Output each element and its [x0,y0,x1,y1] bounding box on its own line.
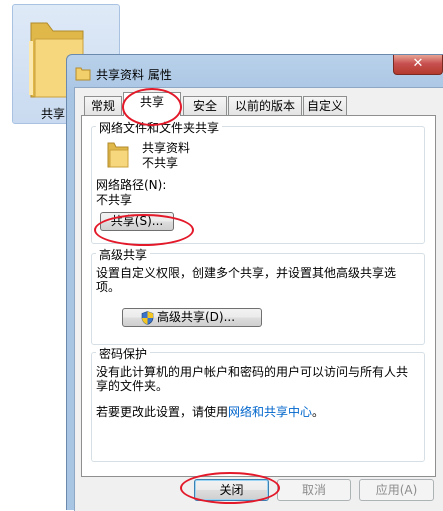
password-protection-group: 密码保护 没有此计算机的用户帐户和密码的用户可以访问与所有人共享的文件夹。 若要… [91,345,425,462]
advanced-sharing-group: 高级共享 设置自定义权限，创建多个共享，并设置其他高级共享选项。 高级共享(D)… [91,246,425,345]
tab-security[interactable]: 安全 [183,96,227,115]
shared-folder-icon [107,142,129,168]
network-path-value: 不共享 [96,193,133,207]
dialog-title: 共享资料 属性 [96,68,172,82]
network-sharing-group: 网络文件和文件夹共享 共享资料 不共享 网络路径(N): 不共享 共享(S)..… [91,119,425,244]
tab-general[interactable]: 常规 [84,96,122,115]
change-setting-suffix: 。 [312,405,325,419]
password-description: 没有此计算机的用户帐户和密码的用户可以访问与所有人共享的文件夹。 [96,365,409,393]
advanced-sharing-button[interactable]: 高级共享(D)... [122,308,262,327]
network-sharing-center-link[interactable]: 网络和共享中心 [228,405,312,419]
tab-label: 共享 [139,95,164,109]
apply-button-label: 应用(A) [375,483,418,497]
dialog-client: 常规 共享 安全 以前的版本 自定义 网络文件和文件夹共享 共享资料 不共享 网… [74,87,443,511]
sharing-tab-panel: 网络文件和文件夹共享 共享资料 不共享 网络路径(N): 不共享 共享(S)..… [81,115,436,477]
change-setting-prefix: 若要更改此设置，请使用 [96,405,229,419]
apply-button[interactable]: 应用(A) [359,479,434,501]
close-window-button[interactable]: ✕ [393,55,443,75]
share-status: 不共享 [142,156,179,170]
tab-label: 安全 [192,99,217,113]
close-icon: ✕ [412,56,424,71]
tab-customize[interactable]: 自定义 [303,96,347,115]
properties-dialog: 共享资料 属性 ✕ 常规 共享 安全 以前的版本 自定义 网络文件和文件夹共享 [66,54,443,511]
group-title: 密码保护 [96,345,151,362]
title-bar[interactable]: 共享资料 属性 ✕ [67,55,443,87]
tab-previous-versions[interactable]: 以前的版本 [228,96,302,115]
group-title: 高级共享 [96,246,151,263]
advanced-sharing-description: 设置自定义权限，创建多个共享，并设置其他高级共享选项。 [96,266,397,294]
close-button[interactable]: 关闭 [194,479,269,501]
tab-label: 以前的版本 [234,99,295,113]
cancel-button[interactable]: 取消 [277,479,351,501]
cancel-button-label: 取消 [301,483,326,497]
folder-icon [75,67,91,81]
group-title: 网络文件和文件夹共享 [96,119,223,136]
desktop-folder-label: 共享 [41,107,66,121]
close-button-label: 关闭 [219,483,244,497]
tab-label: 常规 [90,99,115,113]
advanced-sharing-button-label: 高级共享(D)... [157,310,236,324]
uac-shield-icon [141,311,154,325]
tab-sharing[interactable]: 共享 [123,92,181,116]
change-setting-line: 若要更改此设置，请使用网络和共享中心。 [96,403,324,420]
share-button[interactable]: 共享(S)... [100,212,174,231]
tab-label: 自定义 [306,99,343,113]
share-button-label: 共享(S)... [110,214,164,228]
